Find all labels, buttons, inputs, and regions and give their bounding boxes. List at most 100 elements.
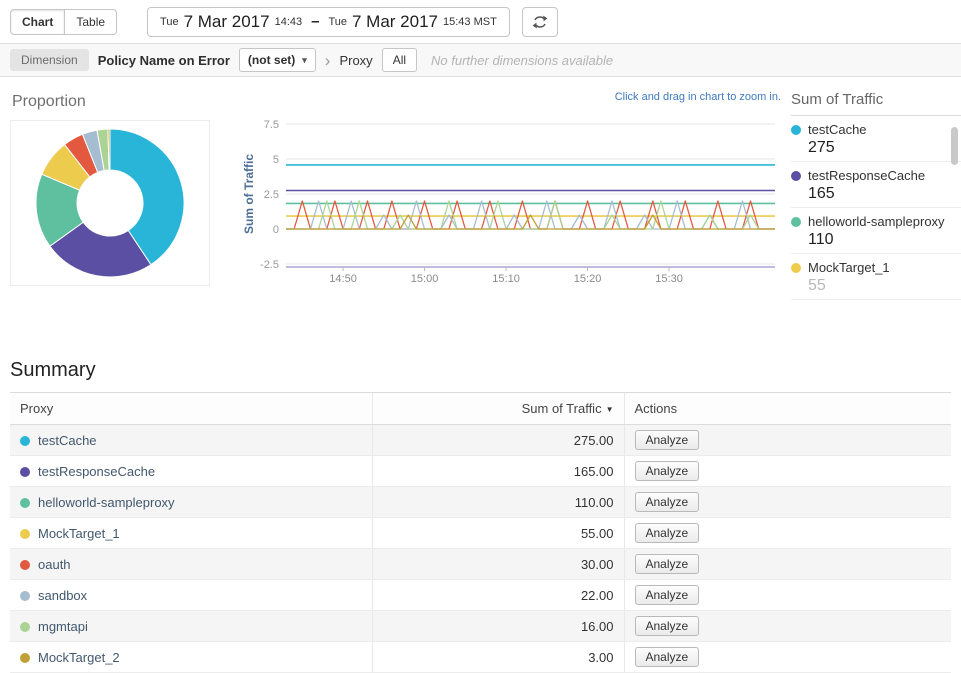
sum-of-traffic-cell: 22.00: [372, 580, 624, 611]
analyze-button-mgmtapi[interactable]: Analyze: [635, 616, 700, 636]
y-tick-label: 5: [273, 154, 279, 166]
proxy-cell: MockTarget_1: [10, 518, 372, 549]
legend-items: testCache275testResponseCache165hellowor…: [791, 116, 961, 303]
refresh-icon: [531, 15, 549, 29]
legend-series-value: 110: [808, 231, 961, 249]
actions-cell: Analyze: [624, 642, 951, 673]
analyze-button-testCache[interactable]: Analyze: [635, 430, 700, 450]
proxy-dot-icon: [20, 498, 30, 508]
table-row-sandbox: sandbox22.00 Analyze: [10, 580, 951, 611]
legend-item-testResponseCache[interactable]: testResponseCache165: [791, 162, 961, 208]
proxy-dot-icon: [20, 436, 30, 446]
sum-of-traffic-cell: 110.00: [372, 487, 624, 518]
table-row-MockTarget_2: MockTarget_23.00 Analyze: [10, 642, 951, 673]
caret-down-icon: ▾: [302, 55, 307, 66]
table-tab[interactable]: Table: [65, 9, 117, 35]
donut-chart[interactable]: [10, 120, 210, 286]
dimension-note: No further dimensions available: [431, 53, 613, 68]
legend-series-name: testResponseCache: [808, 168, 925, 183]
chart-tab[interactable]: Chart: [10, 9, 65, 35]
y-tick-label: -2.5: [260, 259, 279, 271]
proxy-dot-icon: [20, 653, 30, 663]
legend-dot-icon: [791, 263, 801, 273]
proxy-cell: oauth: [10, 549, 372, 580]
legend-item-testCache[interactable]: testCache 275: [791, 116, 961, 162]
analyze-button-testResponseCache[interactable]: Analyze: [635, 461, 700, 481]
proxy-dot-icon: [20, 467, 30, 477]
y-axis-label: Sum of Traffic: [242, 154, 256, 234]
chart-panel: Proportion Click and drag in chart to zo…: [0, 77, 961, 345]
summary-section: Summary Proxy Sum of Traffic▼ Actions te…: [0, 359, 961, 673]
date-range-picker[interactable]: Tue 7 Mar 2017 14:43 – Tue 7 Mar 2017 15…: [147, 7, 510, 37]
column-header-sum-of-traffic[interactable]: Sum of Traffic▼: [372, 393, 624, 425]
proxy-dot-icon: [20, 591, 30, 601]
x-tick-label: 15:20: [574, 273, 602, 285]
sum-of-traffic-cell: 3.00: [372, 642, 624, 673]
table-header-row: Proxy Sum of Traffic▼ Actions: [10, 393, 951, 425]
sum-of-traffic-cell: 275.00: [372, 425, 624, 456]
table-row-MockTarget_1: MockTarget_155.00 Analyze: [10, 518, 951, 549]
zoom-hint: Click and drag in chart to zoom in.: [240, 91, 791, 106]
legend-dot-icon: [791, 171, 801, 181]
legend-series-name: MockTarget_1: [808, 260, 890, 275]
dimension-value: (not set): [248, 53, 295, 67]
table-row-mgmtapi: mgmtapi16.00 Analyze: [10, 611, 951, 642]
legend-item-MockTarget_1[interactable]: MockTarget_155: [791, 254, 961, 300]
sum-of-traffic-cell: 16.00: [372, 611, 624, 642]
proportion-title: Proportion: [12, 93, 210, 111]
summary-table: Proxy Sum of Traffic▼ Actions testCache2…: [10, 392, 951, 673]
legend-title: Sum of Traffic: [791, 91, 961, 116]
legend-item-helloworld-sampleproxy[interactable]: helloworld-sampleproxy 110: [791, 208, 961, 254]
sum-of-traffic-cell: 55.00: [372, 518, 624, 549]
proxy-cell: MockTarget_2: [10, 642, 372, 673]
x-tick-label: 15:10: [492, 273, 520, 285]
dimension-value-dropdown[interactable]: (not set) ▾: [239, 48, 316, 72]
legend-item-oauth[interactable]: oauth30: [791, 300, 961, 303]
actions-cell: Analyze: [624, 611, 951, 642]
sum-of-traffic-cell: 165.00: [372, 456, 624, 487]
chart-legend: Sum of Traffic testCache 275 testResponseC…: [791, 91, 961, 303]
y-tick-label: 7.5: [264, 119, 279, 131]
legend-series-value: 275: [808, 139, 961, 157]
actions-cell: Analyze: [624, 518, 951, 549]
analyze-button-oauth[interactable]: Analyze: [635, 554, 700, 574]
proxy-cell: sandbox: [10, 580, 372, 611]
proxy-cell: mgmtapi: [10, 611, 372, 642]
analyze-button-MockTarget_2[interactable]: Analyze: [635, 647, 700, 667]
dimension-chip[interactable]: Dimension: [10, 49, 89, 71]
legend-scrollbar[interactable]: [951, 127, 958, 165]
start-date: 7 Mar 2017: [184, 12, 270, 32]
y-tick-label: 0: [273, 224, 279, 236]
actions-cell: Analyze: [624, 549, 951, 580]
end-date: 7 Mar 2017: [352, 12, 438, 32]
column-header-actions: Actions: [624, 393, 951, 425]
start-day: Tue: [160, 16, 179, 28]
end-time: 15:43 MST: [443, 16, 497, 28]
line-chart[interactable]: -2.502.557.514:5015:0015:1015:2015:30Sum…: [240, 114, 791, 286]
x-tick-label: 15:30: [655, 273, 683, 285]
proxy-dot-icon: [20, 529, 30, 539]
dimension-name: Policy Name on Error: [98, 53, 230, 68]
chevron-right-icon: ›: [325, 52, 331, 69]
legend-series-name: testCache: [808, 122, 867, 137]
proxy-dot-icon: [20, 560, 30, 570]
refresh-button[interactable]: [522, 7, 558, 37]
analyze-button-sandbox[interactable]: Analyze: [635, 585, 700, 605]
proxy-cell: testResponseCache: [10, 456, 372, 487]
sum-of-traffic-cell: 30.00: [372, 549, 624, 580]
legend-dot-icon: [791, 217, 801, 227]
legend-series-name: helloworld-sampleproxy: [808, 214, 945, 229]
actions-cell: Analyze: [624, 425, 951, 456]
column-header-proxy[interactable]: Proxy: [10, 393, 372, 425]
analyze-button-helloworld-sampleproxy[interactable]: Analyze: [635, 492, 700, 512]
start-time: 14:43: [275, 16, 303, 28]
proportion-panel: Proportion: [10, 87, 210, 345]
analyze-button-MockTarget_1[interactable]: Analyze: [635, 523, 700, 543]
actions-cell: Analyze: [624, 456, 951, 487]
proxy-all-button[interactable]: All: [382, 48, 417, 72]
x-tick-label: 15:00: [411, 273, 439, 285]
date-range-separator: –: [311, 13, 319, 30]
end-day: Tue: [328, 16, 347, 28]
proxy-dot-icon: [20, 622, 30, 632]
proxy-label: Proxy: [339, 53, 372, 68]
